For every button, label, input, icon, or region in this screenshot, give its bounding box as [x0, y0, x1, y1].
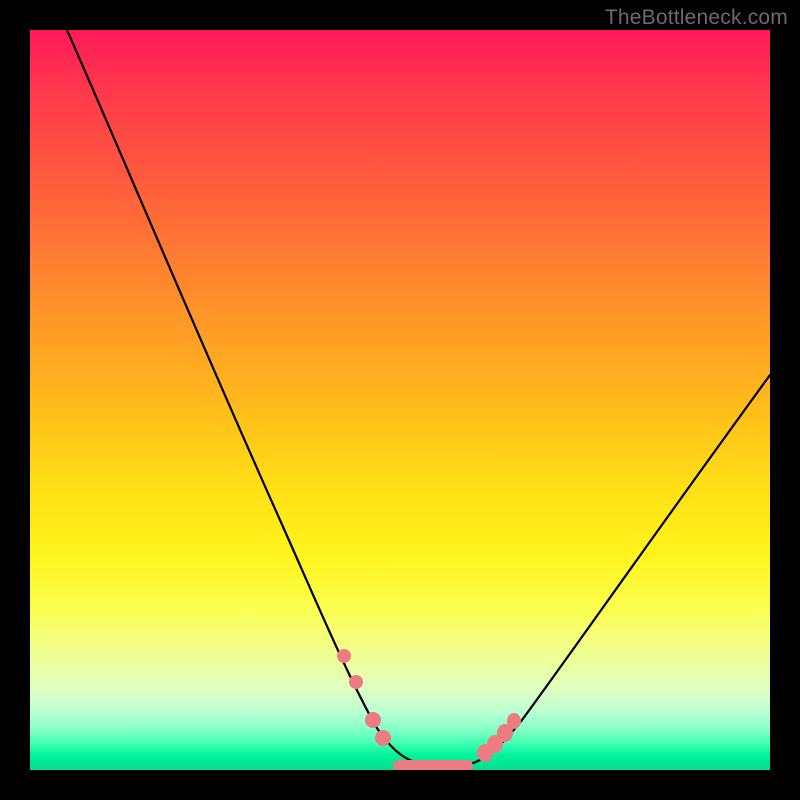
left-curve-line [67, 30, 430, 766]
right-curve-line [462, 375, 770, 766]
left-marker-1 [337, 649, 351, 663]
flat-bottom-marker [393, 760, 473, 770]
right-marker-4 [507, 713, 521, 729]
chart-frame: TheBottleneck.com [0, 0, 800, 800]
plot-area [30, 30, 770, 770]
left-marker-3 [365, 712, 381, 728]
left-marker-4 [375, 730, 391, 746]
left-marker-2 [349, 675, 363, 689]
watermark-label: TheBottleneck.com [605, 6, 788, 30]
curves-svg [30, 30, 770, 770]
